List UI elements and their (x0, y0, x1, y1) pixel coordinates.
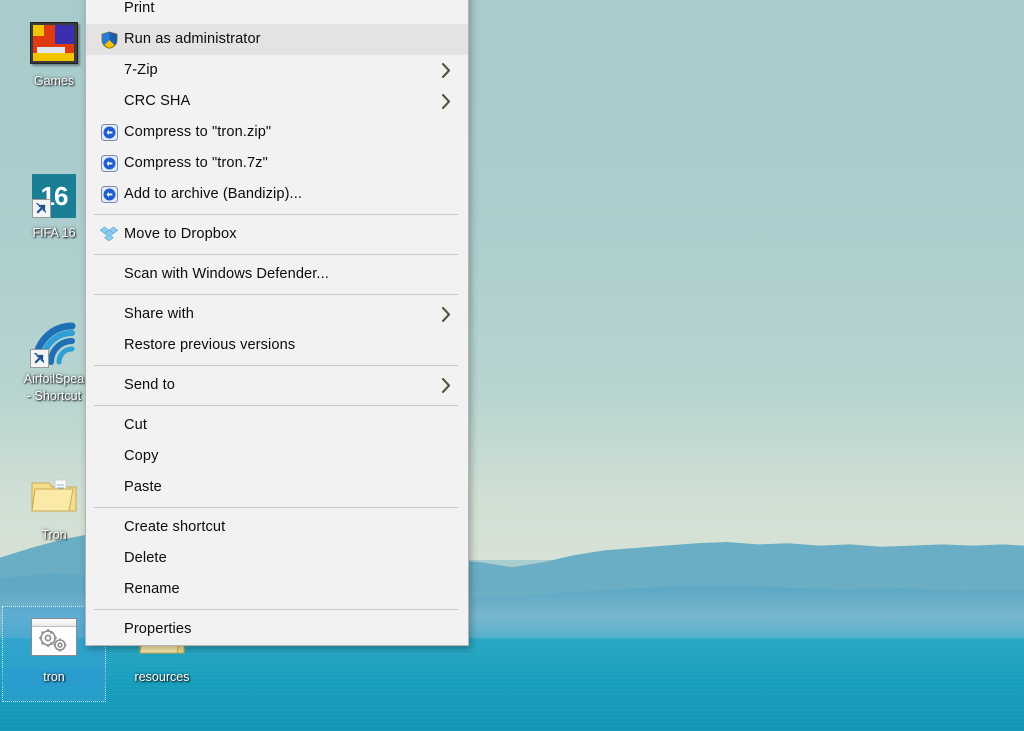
menu-item-icon-placeholder (94, 259, 124, 290)
menu-item-label: Compress to "tron.zip" (124, 124, 272, 140)
games-tiles-icon (30, 22, 78, 70)
menu-item-icon-placeholder (94, 512, 124, 543)
menu-item-compress-to-tron7z[interactable]: Compress to "tron.7z" (86, 148, 468, 179)
dropbox-icon (94, 219, 124, 250)
menu-item-move-to-dropbox[interactable]: Move to Dropbox (86, 219, 468, 250)
uac-shield-icon (94, 24, 124, 55)
menu-item-icon-placeholder (94, 299, 124, 330)
menu-item-label: Add to archive (Bandizip)... (124, 186, 303, 202)
chevron-right-icon (438, 63, 454, 78)
menu-item-icon-placeholder (94, 0, 124, 24)
menu-item-label: CRC SHA (124, 93, 191, 109)
menu-item-7-zip[interactable]: 7-Zip (86, 55, 468, 86)
menu-item-compress-to-tronzip[interactable]: Compress to "tron.zip" (86, 117, 468, 148)
bandizip-icon (94, 179, 124, 210)
menu-item-label: Paste (124, 479, 162, 495)
menu-item-icon-placeholder (94, 370, 124, 401)
menu-item-crc-sha[interactable]: CRC SHA (86, 86, 468, 117)
menu-item-label: Compress to "tron.7z" (124, 155, 268, 171)
menu-item-scan-with-windows-defender[interactable]: Scan with Windows Defender... (86, 259, 468, 290)
menu-item-label: Run as administrator (124, 31, 261, 47)
menu-item-print[interactable]: Print (86, 0, 468, 24)
menu-item-icon-placeholder (94, 543, 124, 574)
menu-item-share-with[interactable]: Share with (86, 299, 468, 330)
menu-separator (94, 609, 458, 610)
menu-separator (94, 254, 458, 255)
menu-item-restore-previous-versions[interactable]: Restore previous versions (86, 330, 468, 361)
desktop[interactable]: Games 16 FIFA 16 AirfoilSpea - Shortcut … (0, 0, 1024, 731)
menu-item-icon-placeholder (94, 410, 124, 441)
menu-item-icon-placeholder (94, 86, 124, 117)
chevron-right-icon (438, 378, 454, 393)
menu-item-label: Properties (124, 621, 192, 637)
menu-item-label: Restore previous versions (124, 337, 296, 353)
folder-icon (30, 476, 78, 524)
menu-item-rename[interactable]: Rename (86, 574, 468, 605)
menu-item-label: 7-Zip (124, 62, 158, 78)
menu-item-run-as-administrator[interactable]: Run as administrator (86, 24, 468, 55)
bandizip-icon (94, 148, 124, 179)
airfoil-speakers-icon (30, 320, 78, 368)
desktop-icon-label: resources (134, 670, 190, 684)
menu-item-icon-placeholder (94, 441, 124, 472)
menu-item-label: Scan with Windows Defender... (124, 266, 329, 282)
menu-item-icon-placeholder (94, 330, 124, 361)
menu-item-icon-placeholder (94, 55, 124, 86)
context-menu[interactable]: Print Run as administrator 7-Zip CRC SHA Com… (85, 0, 469, 646)
menu-item-add-to-archive-bandizip[interactable]: Add to archive (Bandizip)... (86, 179, 468, 210)
menu-item-copy[interactable]: Copy (86, 441, 468, 472)
menu-item-send-to[interactable]: Send to (86, 370, 468, 401)
menu-item-label: Copy (124, 448, 159, 464)
menu-item-delete[interactable]: Delete (86, 543, 468, 574)
menu-separator (94, 507, 458, 508)
desktop-icon-label: tron (2, 669, 106, 686)
menu-item-label: Rename (124, 581, 180, 597)
menu-item-icon-placeholder (94, 614, 124, 645)
menu-item-create-shortcut[interactable]: Create shortcut (86, 512, 468, 543)
menu-item-label: Move to Dropbox (124, 226, 237, 242)
menu-item-label: Cut (124, 417, 148, 433)
fifa-16-icon: 16 (30, 174, 78, 222)
menu-separator (94, 214, 458, 215)
menu-item-properties[interactable]: Properties (86, 614, 468, 645)
shortcut-overlay-icon (30, 349, 49, 368)
menu-item-cut[interactable]: Cut (86, 410, 468, 441)
menu-item-icon-placeholder (94, 472, 124, 503)
menu-item-icon-placeholder (94, 574, 124, 605)
chevron-right-icon (438, 307, 454, 322)
menu-separator (94, 365, 458, 366)
batch-script-icon (30, 618, 78, 666)
shortcut-overlay-icon (32, 199, 51, 218)
menu-item-label: Create shortcut (124, 519, 226, 535)
bandizip-icon (94, 117, 124, 148)
menu-separator (94, 294, 458, 295)
menu-item-label: Delete (124, 550, 167, 566)
menu-item-paste[interactable]: Paste (86, 472, 468, 503)
chevron-right-icon (438, 94, 454, 109)
menu-item-label: Share with (124, 306, 194, 322)
menu-item-label: Send to (124, 377, 176, 393)
menu-item-label: Print (124, 0, 155, 16)
menu-separator (94, 405, 458, 406)
